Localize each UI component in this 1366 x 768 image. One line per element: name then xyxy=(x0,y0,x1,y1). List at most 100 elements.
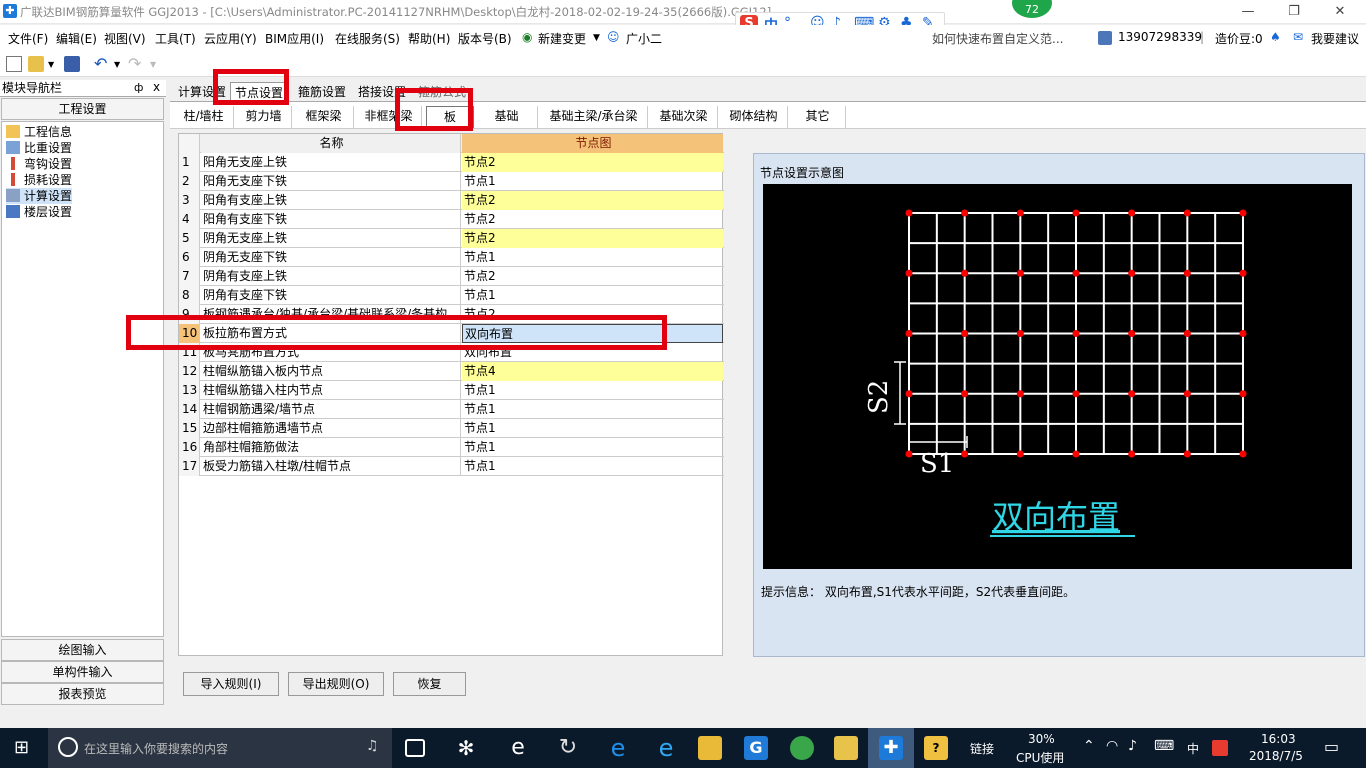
close-button[interactable]: ✕ xyxy=(1317,0,1363,24)
save-icon[interactable] xyxy=(64,56,80,72)
edge-icon[interactable]: e xyxy=(606,736,630,760)
export-rules-button[interactable]: 导出规则(O) xyxy=(288,672,384,696)
new-file-icon[interactable] xyxy=(6,56,22,72)
menu-tools[interactable]: 工具(T) xyxy=(155,30,196,47)
clock-time[interactable]: 16:03 xyxy=(1261,732,1296,746)
table-row[interactable]: 1 阳角无支座上铁 节点2 xyxy=(179,153,724,172)
undo-icon[interactable]: ↶ xyxy=(94,54,107,73)
tab-shear-wall[interactable]: 剪力墙 xyxy=(236,106,292,128)
row-node-value[interactable]: 节点1 xyxy=(462,381,723,400)
row-node-value[interactable]: 节点2 xyxy=(462,210,723,229)
notification-badge[interactable]: 72 xyxy=(1010,0,1054,20)
menu-new-change[interactable]: 新建变更 xyxy=(538,30,586,47)
table-row[interactable]: 6 阴角无支座下铁 节点1 xyxy=(179,248,724,267)
tab-foundation-main-beam[interactable]: 基础主梁/承台梁 xyxy=(540,106,648,128)
tab-other[interactable]: 其它 xyxy=(790,106,846,128)
network-icon[interactable]: ◠ xyxy=(1106,738,1118,754)
menu-assistant[interactable]: 广小二 xyxy=(626,30,662,47)
tab-stirrup-settings[interactable]: 箍筋设置 xyxy=(294,82,350,102)
table-row[interactable]: 3 阳角有支座上铁 节点2 xyxy=(179,191,724,210)
restore-button[interactable]: ❐ xyxy=(1271,0,1317,24)
nav-close-icon[interactable]: x xyxy=(153,80,160,94)
keyboard-icon[interactable]: ⌨ xyxy=(1154,738,1174,754)
clock-date[interactable]: 2018/7/5 xyxy=(1249,749,1303,763)
pin-icon[interactable]: ф xyxy=(134,81,143,94)
chevron-down-icon[interactable]: ▼ xyxy=(150,60,156,69)
row-node-value[interactable]: 节点1 xyxy=(462,172,723,191)
search-box[interactable]: 在这里输入你要搜索的内容 ♫ xyxy=(48,728,392,768)
chat-icon[interactable]: ✉ xyxy=(1293,30,1303,44)
help-app-icon[interactable]: ? xyxy=(924,736,948,760)
import-rules-button[interactable]: 导入规则(I) xyxy=(183,672,279,696)
tab-masonry[interactable]: 砌体结构 xyxy=(720,106,788,128)
nav-section-drawing[interactable]: 绘图输入 xyxy=(1,639,164,661)
menu-bim[interactable]: BIM应用(I) xyxy=(265,30,324,47)
menu-cloud[interactable]: 云应用(Y) xyxy=(204,30,257,47)
menu-version[interactable]: 版本号(B) xyxy=(458,30,512,47)
chevron-down-icon[interactable]: ▼ xyxy=(114,60,120,69)
table-row[interactable]: 16 角部柱帽箍筋做法 节点1 xyxy=(179,438,724,457)
menu-view[interactable]: 视图(V) xyxy=(104,30,146,47)
row-node-value[interactable]: 节点1 xyxy=(462,457,723,476)
row-node-value[interactable]: 节点1 xyxy=(462,286,723,305)
suggest-link[interactable]: 我要建议 xyxy=(1311,30,1359,47)
nav-section-report[interactable]: 报表预览 xyxy=(1,683,164,705)
table-row[interactable]: 8 阴角有支座下铁 节点1 xyxy=(179,286,724,305)
active-app-tile[interactable]: ✚ xyxy=(868,728,914,768)
nav-item-calc-settings[interactable]: 计算设置 xyxy=(6,188,73,204)
nav-item-density[interactable]: 比重设置 xyxy=(6,140,72,156)
task-view-icon[interactable] xyxy=(405,739,425,757)
nav-item-hook[interactable]: 弯钩设置 xyxy=(6,156,72,172)
input-lang[interactable]: 中 xyxy=(1187,740,1199,757)
sogou-tray-icon[interactable] xyxy=(1212,740,1228,756)
row-node-value[interactable]: 节点1 xyxy=(462,400,723,419)
file-explorer-icon[interactable] xyxy=(698,736,722,760)
menu-online[interactable]: 在线服务(S) xyxy=(335,30,400,47)
coins[interactable]: 造价豆:0 xyxy=(1215,30,1263,47)
row-node-value[interactable]: 节点1 xyxy=(462,419,723,438)
bell-icon[interactable]: ♠ xyxy=(1270,30,1281,44)
ie-icon[interactable]: e xyxy=(506,736,530,760)
table-row[interactable]: 14 柱帽钢筋遇梁/墙节点 节点1 xyxy=(179,400,724,419)
chevron-down-icon[interactable]: ▼ xyxy=(48,60,54,69)
open-folder-icon[interactable] xyxy=(28,56,44,72)
menu-help[interactable]: 帮助(H) xyxy=(408,30,450,47)
row-node-value[interactable]: 节点2 xyxy=(462,267,723,286)
nav-section-project-settings[interactable]: 工程设置 xyxy=(1,98,164,120)
tab-frame-beam[interactable]: 框架梁 xyxy=(294,106,354,128)
g-app-icon[interactable]: G xyxy=(744,736,768,760)
nav-item-floor[interactable]: 楼层设置 xyxy=(6,204,72,220)
volume-icon[interactable]: ♪ xyxy=(1128,738,1137,754)
table-row[interactable]: 13 柱帽纵筋锚入柱内节点 节点1 xyxy=(179,381,724,400)
row-node-value[interactable]: 节点2 xyxy=(462,229,723,248)
help-link[interactable]: 如何快速布置自定义范... xyxy=(932,30,1063,47)
redo-icon[interactable]: ↷ xyxy=(128,54,141,73)
row-node-value[interactable]: 节点2 xyxy=(462,153,723,172)
table-row[interactable]: 2 阳角无支座下铁 节点1 xyxy=(179,172,724,191)
minimize-button[interactable]: — xyxy=(1225,0,1271,24)
tab-column[interactable]: 柱/墙柱 xyxy=(174,106,234,128)
mic-icon[interactable]: ♫ xyxy=(366,738,379,754)
table-row[interactable]: 5 阴角无支座上铁 节点2 xyxy=(179,229,724,248)
tab-foundation-secondary-beam[interactable]: 基础次梁 xyxy=(650,106,718,128)
chevron-down-icon[interactable]: ▼ xyxy=(593,33,600,43)
row-node-value[interactable]: 节点4 xyxy=(462,362,723,381)
nav-item-loss[interactable]: 损耗设置 xyxy=(6,172,72,188)
table-row[interactable]: 7 阴角有支座上铁 节点2 xyxy=(179,267,724,286)
windows-start-icon[interactable]: ⊞ xyxy=(14,738,34,758)
fan-icon[interactable]: ✻ xyxy=(454,736,478,760)
user-phone[interactable]: 13907298339 xyxy=(1118,30,1202,44)
green-app-icon[interactable] xyxy=(790,736,814,760)
table-row[interactable]: 17 板受力筋锚入柱墩/柱帽节点 节点1 xyxy=(179,457,724,476)
nav-item-project-info[interactable]: 工程信息 xyxy=(6,124,72,140)
table-row[interactable]: 4 阳角有支座下铁 节点2 xyxy=(179,210,724,229)
browser-icon[interactable]: ↻ xyxy=(556,736,580,760)
chevron-up-icon[interactable]: ⌃ xyxy=(1083,738,1095,754)
nav-section-single[interactable]: 单构件输入 xyxy=(1,661,164,683)
ie-blue-icon[interactable]: e xyxy=(654,736,678,760)
row-node-value[interactable]: 节点2 xyxy=(462,191,723,210)
tab-foundation[interactable]: 基础 xyxy=(476,106,538,128)
notification-center-icon[interactable]: ▭ xyxy=(1324,737,1339,756)
restore-button[interactable]: 恢复 xyxy=(393,672,466,696)
notes-app-icon[interactable] xyxy=(834,736,858,760)
